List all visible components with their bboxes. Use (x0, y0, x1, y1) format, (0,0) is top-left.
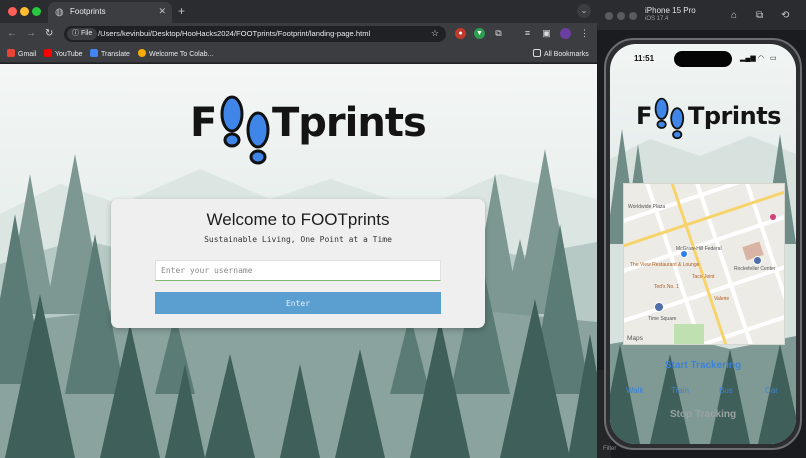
browser-toolbar: ← → ↻ ⓘ File /Users/kevinbui/Desktop/Hoo… (0, 23, 597, 45)
close-tab-icon[interactable]: ✕ (158, 6, 166, 17)
iphone-frame: 11:51 ▂▄▆ ◠ ▭ F Tprints Worldwide Plaza … (604, 38, 802, 450)
phone-logo-letter-f: F (636, 102, 652, 130)
folder-icon (533, 49, 541, 57)
reload-icon[interactable]: ↻ (45, 27, 53, 41)
extensions-puzzle-icon[interactable]: ⧉ (493, 28, 504, 39)
bookmark-star-icon[interactable]: ☆ (431, 28, 439, 39)
globe-icon: ◍ (55, 7, 64, 18)
close-window-button[interactable] (8, 7, 17, 16)
side-panel-icon[interactable]: ▣ (541, 28, 552, 39)
footprints-icon (220, 95, 270, 165)
current-location-icon (680, 250, 688, 258)
mode-bus-button[interactable]: Bus (719, 386, 733, 395)
simulator-os-version: iOS 17.4 (645, 16, 669, 22)
welcome-card: Welcome to FOOTprints Sustainable Living… (111, 199, 485, 328)
username-input[interactable] (155, 260, 441, 281)
start-tracking-button[interactable]: Start Trackering (610, 360, 796, 371)
dynamic-island (674, 51, 732, 67)
forward-arrow-icon[interactable]: → (26, 27, 36, 41)
url-text: /Users/kevinbui/Desktop/HooHacks2024/FOO… (98, 29, 371, 38)
signal-icon: ▂▄▆ (740, 55, 756, 62)
page-title: Welcome to FOOTprints (206, 210, 390, 229)
tab-bar: ◍ Footprints ✕ + ⌄ (0, 0, 597, 23)
footprints-logo: F Tprints (190, 94, 427, 168)
media-control-icon[interactable]: ≡ (522, 28, 533, 39)
file-chip-label: File (80, 30, 93, 37)
menu-kebab-icon[interactable]: ⋮ (579, 28, 590, 39)
mode-car-button[interactable]: Car (765, 386, 778, 395)
translate-icon (90, 49, 98, 57)
mode-walk-button[interactable]: Walk (626, 386, 643, 395)
tab-title: Footprints (70, 7, 106, 16)
file-chip[interactable]: ⓘ File (67, 28, 98, 40)
filter-label: Filter (603, 446, 617, 452)
transit-pin-icon[interactable] (753, 256, 762, 265)
page-viewport: F Tprints Welcome to FOOTprints Sustaina… (0, 64, 597, 458)
extension-red-icon[interactable]: ● (455, 28, 466, 39)
phone-footprints-logo: F Tprints (636, 96, 781, 144)
battery-icon: ▭ (770, 55, 777, 62)
logo-letter-f: F (190, 100, 217, 146)
enter-button[interactable]: Enter (155, 292, 441, 314)
map-label: The View Restaurant & Lounge (630, 262, 700, 268)
simulator-titlebar: iPhone 15 Pro iOS 17.4 ⌂ ⧉ ⟲ (597, 0, 806, 30)
map-label: Ted's No. 1 (654, 284, 679, 290)
apple-maps-credit: Maps (627, 335, 643, 342)
sim-close-button[interactable] (605, 12, 613, 20)
phone-footprints-icon (654, 97, 685, 140)
tab-search-icon[interactable]: ⌄ (577, 4, 591, 18)
zoom-window-button[interactable] (32, 7, 41, 16)
extension-shield-icon[interactable]: ▼ (474, 28, 485, 39)
bookmark-gmail[interactable]: Gmail (7, 49, 36, 58)
simulator-device-name: iPhone 15 Pro (645, 6, 696, 15)
all-bookmarks[interactable]: All Bookmarks (533, 49, 589, 58)
new-tab-icon[interactable]: + (178, 4, 185, 18)
sim-zoom-button[interactable] (629, 12, 637, 20)
back-arrow-icon[interactable]: ← (7, 27, 17, 41)
landmark-pin-icon[interactable] (654, 302, 664, 312)
bookmarks-bar: Gmail YouTube Translate Welcome To Colab… (0, 45, 597, 63)
phone-screen: 11:51 ▂▄▆ ◠ ▭ F Tprints Worldwide Plaza … (610, 44, 796, 444)
tab-footprints[interactable]: ◍ Footprints ✕ (48, 2, 172, 23)
map-label: Taco Joint (692, 274, 715, 280)
colab-icon (138, 49, 146, 57)
wifi-icon: ◠ (758, 55, 765, 62)
profile-avatar[interactable] (560, 28, 571, 39)
bookmark-youtube[interactable]: YouTube (44, 49, 83, 58)
minimize-window-button[interactable] (20, 7, 29, 16)
map-label: Time Square (648, 316, 677, 322)
map-label: Worldwide Plaza (628, 204, 666, 210)
browser-window: ◍ Footprints ✕ + ⌄ ← → ↻ ⓘ File /Users/k… (0, 0, 597, 458)
sim-minimize-button[interactable] (617, 12, 625, 20)
rotate-icon[interactable]: ⟲ (781, 10, 789, 21)
bookmark-translate[interactable]: Translate (90, 49, 130, 58)
page-subtitle: Sustainable Living, One Point at a Time (204, 235, 392, 244)
map-label: Valerie (714, 296, 730, 302)
poi-pin-icon[interactable] (770, 214, 776, 220)
screen-root: ◍ Footprints ✕ + ⌄ ← → ↻ ⓘ File /Users/k… (0, 0, 806, 458)
screenshot-icon[interactable]: ⧉ (756, 10, 763, 21)
gmail-icon (7, 49, 15, 57)
youtube-icon (44, 49, 52, 57)
address-bar[interactable]: ⓘ File /Users/kevinbui/Desktop/HooHacks2… (64, 26, 446, 42)
logo-word: Tprints (272, 100, 427, 146)
stop-tracking-button[interactable]: Stop Tracking (610, 409, 796, 420)
map-view[interactable]: Worldwide Plaza McGraw-Hill Federal The … (623, 183, 785, 345)
home-icon[interactable]: ⌂ (731, 10, 737, 21)
mode-train-button[interactable]: Train (671, 386, 689, 395)
bookmark-colab[interactable]: Welcome To Colab... (138, 49, 213, 58)
phone-logo-word: Tprints (688, 102, 781, 130)
map-label: Rockefeller Center (734, 266, 776, 272)
status-time: 11:51 (634, 54, 655, 63)
